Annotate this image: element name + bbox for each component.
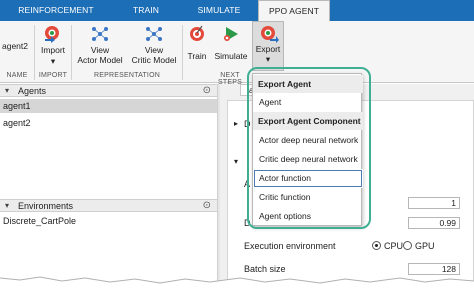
menu-item-critic-function[interactable]: Critic function: [253, 188, 363, 207]
tab-simulate[interactable]: SIMULATE: [186, 0, 252, 21]
ribbon-separator: [182, 25, 183, 80]
view-actor-label-1: View: [90, 45, 110, 55]
agent-list-item[interactable]: agent1: [0, 99, 217, 113]
export-icon: [261, 26, 279, 43]
menu-item-agent-options[interactable]: Agent options: [253, 207, 363, 226]
section-label-name: NAME: [6, 72, 28, 79]
export-button[interactable]: Export ▾: [252, 21, 284, 71]
tab-train[interactable]: TRAIN: [118, 0, 174, 21]
simulate-button-label: Simulate: [214, 51, 248, 61]
section-heading-1: D: [244, 119, 251, 129]
chevron-down-icon: ▾: [50, 56, 56, 66]
expand-caret-icon[interactable]: ▸: [234, 119, 238, 128]
cpu-radio[interactable]: [372, 241, 381, 250]
agents-panel-header[interactable]: ▾ Agents ⊙: [0, 84, 217, 97]
agents-panel-title: Agents: [18, 86, 47, 96]
agent-name-field[interactable]: agent2: [2, 41, 34, 51]
view-critic-label-2: Critic Model: [131, 55, 177, 65]
section-label-representation: REPRESENTATION: [94, 72, 160, 79]
menu-item-actor-function[interactable]: Actor function: [253, 169, 363, 188]
panel-options-icon[interactable]: ⊙: [203, 85, 211, 96]
environment-list-item[interactable]: Discrete_CartPole: [0, 214, 217, 228]
chevron-down-icon: ▾: [265, 54, 271, 64]
network-icon: [146, 27, 162, 41]
menu-item-agent[interactable]: Agent: [253, 93, 363, 112]
agent-list-item[interactable]: agent2: [0, 116, 217, 130]
tab-reinforcement-learning[interactable]: REINFORCEMENT LEARNING: [0, 0, 112, 36]
collapse-caret-icon[interactable]: ▾: [5, 86, 9, 95]
section-label-import: IMPORT: [38, 72, 68, 79]
gpu-radio[interactable]: [403, 241, 412, 250]
view-critic-label-1: View: [144, 45, 164, 55]
gpu-radio-label: GPU: [415, 241, 435, 251]
simulate-icon: [224, 27, 238, 41]
environments-panel-header[interactable]: ▾ Environments ⊙: [0, 199, 217, 212]
network-icon: [92, 27, 108, 41]
import-icon: [45, 26, 59, 43]
menu-item-critic-network[interactable]: Critic deep neural network: [253, 150, 363, 169]
view-actor-label-2: Actor Model: [77, 55, 123, 65]
menu-item-actor-network[interactable]: Actor deep neural network: [253, 131, 363, 150]
train-icon: [190, 25, 204, 41]
train-button-label: Train: [187, 51, 207, 61]
import-button-label: Import: [40, 45, 66, 55]
option-value-field[interactable]: 1: [408, 197, 460, 209]
ribbon-separator: [71, 25, 72, 80]
execution-environment-label: Execution environment: [244, 241, 336, 251]
menu-header-export-component: Export Agent Component: [253, 112, 363, 130]
environments-panel-title: Environments: [18, 201, 74, 211]
tab-ppo-agent[interactable]: PPO AGENT: [258, 0, 330, 21]
ribbon-tab-bar: REINFORCEMENT LEARNING TRAIN SIMULATE PP…: [0, 0, 474, 36]
torn-edge-decoration: [0, 276, 474, 290]
ribbon-toolstrip: agent2 NAME Import ▾ IMPORT View Actor M…: [0, 21, 474, 86]
discount-factor-field[interactable]: 0.99: [408, 217, 460, 229]
expand-caret-icon[interactable]: ▾: [234, 157, 238, 166]
collapse-caret-icon[interactable]: ▾: [5, 201, 9, 210]
export-button-label: Export: [255, 44, 281, 54]
discount-label: D: [244, 218, 251, 228]
export-dropdown-menu: Export Agent Agent Export Agent Componen…: [252, 73, 363, 226]
cpu-radio-label: CPU: [384, 241, 404, 251]
panel-options-icon[interactable]: ⊙: [203, 200, 211, 211]
ribbon-separator: [34, 25, 35, 80]
menu-header-export-agent: Export Agent: [253, 75, 363, 93]
section-heading-2: A: [244, 179, 251, 189]
